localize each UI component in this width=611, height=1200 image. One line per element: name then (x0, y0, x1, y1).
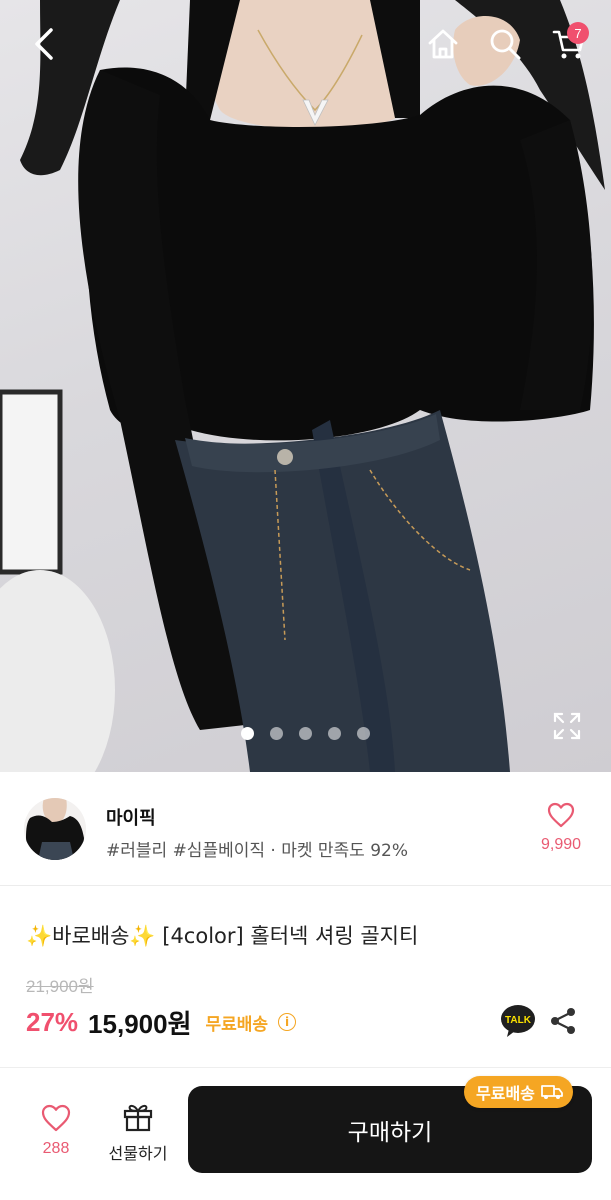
store-name[interactable]: 마이픽 (106, 804, 156, 830)
store-info-row[interactable]: 마이픽 #러블리 #심플베이직 · 마켓 만족도 92% 9,990 (0, 772, 611, 886)
gift-button[interactable]: 선물하기 (102, 1102, 174, 1164)
back-arrow-icon (35, 28, 53, 60)
price-row: 27% 15,900원 무료배송 i (26, 1004, 297, 1040)
store-tags-satisfaction: #러블리 #심플베이직 · 마켓 만족도 92% (106, 841, 409, 861)
discount-rate: 27% (26, 1006, 79, 1037)
expand-image-button[interactable] (545, 704, 589, 748)
cart-count-badge: 7 (567, 22, 589, 44)
product-like-button[interactable]: 288 (28, 1104, 84, 1158)
kakao-talk-button[interactable]: TALK (500, 1004, 536, 1038)
store-like-count: 9,990 (540, 836, 582, 853)
home-icon (428, 29, 458, 59)
store-avatar-image (24, 798, 86, 860)
free-shipping-badge: 무료배송 (464, 1076, 573, 1108)
product-title: ✨바로배송✨ [4color] 홀터넥 셔링 골지티 (26, 924, 419, 948)
bottom-action-bar: 288 선물하기 구매하기 무료배송 (0, 1067, 611, 1200)
back-button[interactable] (22, 22, 66, 66)
truck-icon (540, 1085, 563, 1099)
gift-icon (123, 1104, 153, 1132)
original-price: 21,900원 (26, 977, 94, 996)
free-shipping-badge-label: 무료배송 (476, 1084, 535, 1103)
share-icon (551, 1008, 575, 1034)
pagination-dot[interactable] (357, 727, 370, 740)
search-icon (490, 29, 521, 60)
pagination-dot[interactable] (328, 727, 341, 740)
pagination-dot[interactable] (299, 727, 312, 740)
search-button[interactable] (483, 22, 527, 66)
sale-price: 15,900원 (88, 1008, 192, 1039)
pagination-dot[interactable] (241, 727, 254, 740)
talk-icon: TALK (501, 1005, 535, 1037)
store-like-button[interactable]: 9,990 (534, 802, 588, 854)
home-button[interactable] (421, 22, 465, 66)
store-avatar[interactable] (24, 798, 86, 860)
pagination-dot[interactable] (270, 727, 283, 740)
talk-label: TALK (505, 1015, 532, 1026)
product-photo (0, 0, 605, 772)
heart-icon (547, 802, 575, 828)
cart-button[interactable]: 7 (547, 22, 591, 66)
gallery-pagination (0, 727, 611, 740)
product-like-count: 288 (42, 1140, 70, 1157)
shipping-info-icon[interactable]: i (278, 1013, 297, 1031)
free-shipping-label: 무료배송 (205, 1014, 269, 1035)
gift-label: 선물하기 (108, 1144, 168, 1163)
heart-icon (41, 1104, 71, 1132)
product-image-gallery[interactable]: 7 (0, 0, 611, 772)
share-button[interactable] (548, 1006, 578, 1036)
